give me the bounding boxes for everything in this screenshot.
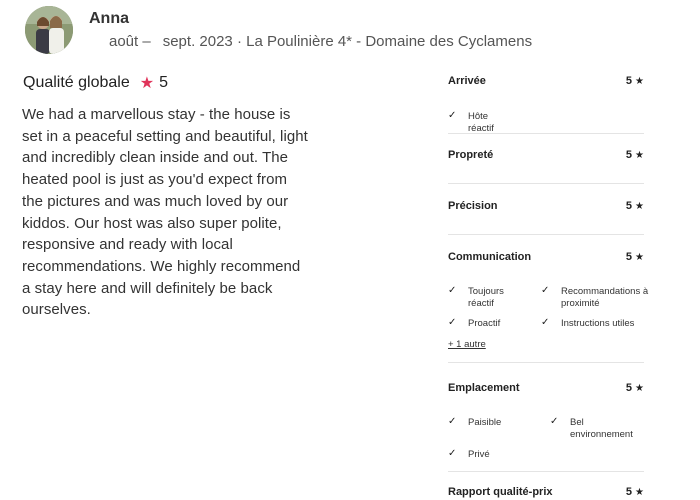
divider xyxy=(448,234,644,235)
check-icon: ✓ xyxy=(550,416,559,427)
avatar[interactable] xyxy=(25,6,73,54)
overall-label: Qualité globale xyxy=(23,74,130,91)
category-arrivee: Arrivée 5 ★ xyxy=(448,72,644,90)
category-score: 5 xyxy=(625,200,633,212)
stay-dates: août – sept. 2023 · La Poulinière 4* - Do… xyxy=(109,33,532,50)
review-text: We had a marvellous stay - the house is … xyxy=(22,106,308,319)
overall-score: 5 xyxy=(159,74,168,91)
category-name: Arrivée xyxy=(448,75,486,87)
category-score: 5 xyxy=(625,251,633,263)
category-score: 5 xyxy=(625,149,633,161)
stay-month: août – xyxy=(109,33,151,50)
check-icon: ✓ xyxy=(448,416,457,427)
category-rapport-qualite-prix: Rapport qualité-prix 5 ★ xyxy=(448,483,644,500)
star-icon: ★ xyxy=(635,200,644,212)
category-communication: Communication 5 ★ xyxy=(448,248,644,266)
category-name: Propreté xyxy=(448,149,494,161)
category-name: Rapport qualité-prix xyxy=(448,486,553,498)
check-icon: ✓ xyxy=(448,448,457,459)
category-name: Emplacement xyxy=(448,382,520,394)
star-icon: ★ xyxy=(635,382,644,394)
overall-rating: Qualité globale ★ 5 xyxy=(23,73,168,93)
check-icon: ✓ xyxy=(448,317,457,328)
category-name: Communication xyxy=(448,251,532,263)
category-precision: Précision 5 ★ xyxy=(448,197,644,215)
divider xyxy=(448,133,644,134)
check-icon: ✓ xyxy=(448,110,457,121)
star-icon: ★ xyxy=(139,75,155,92)
divider xyxy=(448,362,644,363)
divider xyxy=(448,471,644,472)
category-score: 5 xyxy=(625,382,633,394)
check-icon: ✓ xyxy=(448,285,457,296)
category-score: 5 xyxy=(625,75,633,87)
category-name: Précision xyxy=(448,200,498,212)
star-icon: ★ xyxy=(635,251,644,263)
divider xyxy=(448,183,644,184)
stay-details: sept. 2023 · La Poulinière 4* - Domaine … xyxy=(162,33,533,50)
avatar-photo xyxy=(25,6,73,54)
star-icon: ★ xyxy=(635,75,644,87)
category-proprete: Propreté 5 ★ xyxy=(448,146,644,164)
star-icon: ★ xyxy=(635,149,644,161)
category-score: 5 xyxy=(625,486,633,498)
check-icon: ✓ xyxy=(541,285,550,296)
check-icon: ✓ xyxy=(541,317,550,328)
category-emplacement: Emplacement 5 ★ xyxy=(448,379,644,397)
star-icon: ★ xyxy=(635,486,644,498)
more-tags-link[interactable]: + 1 autre xyxy=(448,339,486,350)
reviewer-name: Anna xyxy=(89,10,129,27)
